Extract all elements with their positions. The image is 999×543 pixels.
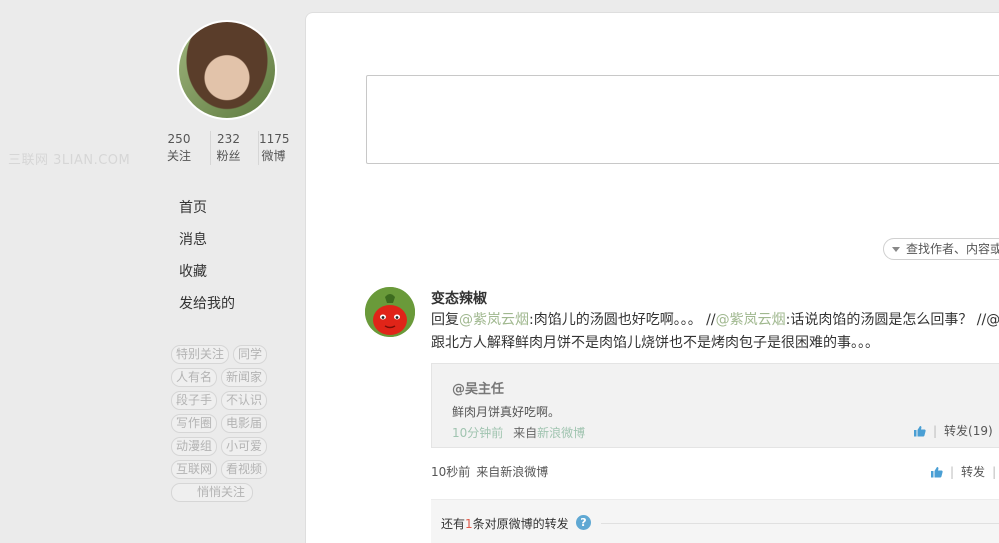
post-text-segment: 回复 [431,312,459,328]
post-author-avatar[interactable] [365,287,415,337]
group-tag[interactable]: 写作圈 [171,414,218,433]
post-author-name[interactable]: 变态辣椒 [431,288,487,308]
nav-item-sent-to-me[interactable]: 发给我的 [179,288,235,320]
group-tag[interactable]: 不认识 [221,391,268,410]
post-source-link[interactable]: 来自新浪微博 [476,465,548,479]
group-tag[interactable]: 互联网 [171,460,218,479]
feed-search-dropdown[interactable]: 查找作者、内容或 [883,238,999,260]
more-reposts-suffix: 条对原微博的转发 [472,517,569,531]
divider [601,523,999,524]
group-tag[interactable]: 人有名 [171,368,218,387]
group-tag[interactable]: 新闻家 [221,368,268,387]
watermark: 三联网 3LIAN.COM [8,153,131,168]
post-composer-input[interactable] [366,75,999,164]
group-tag[interactable]: 看视频 [221,460,268,479]
quoted-actions: |转发(19)| [913,422,999,439]
action-separator: | [933,424,938,438]
caret-down-icon [892,247,900,252]
stat-following-count: 250 [167,132,191,146]
nav-item-favorites[interactable]: 收藏 [179,256,235,288]
nav-item-home[interactable]: 首页 [179,192,235,224]
feed-search-label: 查找作者、内容或 [906,242,999,256]
quoted-source-link[interactable]: 新浪微博 [537,426,585,440]
left-nav: 首页 消息 收藏 发给我的 [179,192,235,320]
post-text-segment: :话说肉馅的汤圆是怎么回事？ //@ [785,312,999,328]
group-tag[interactable]: 小可爱 [221,437,268,456]
quoted-timestamp-link[interactable]: 10分钟前 [452,426,503,440]
quoted-meta: 10分钟前 来自新浪微博 [452,424,585,441]
like-icon[interactable] [930,466,943,478]
quoted-text: 鲜肉月饼真好吃啊。 [452,405,561,419]
main-panel: 查找作者、内容或 变态辣椒 回复@紫岚云烟:肉馅儿的汤圆也好吃啊。。。 //@紫… [305,12,999,543]
stat-followers[interactable]: 232 粉丝 [210,131,246,165]
post-text-line-1: 回复@紫岚云烟:肉馅儿的汤圆也好吃啊。。。 //@紫岚云烟:话说肉馅的汤圆是怎么… [431,309,999,332]
group-tags: 特别关注 同学 人有名 新闻家 段子手 不认识 写作圈 电影届 动漫组 小可爱 … [171,345,281,502]
post-text: 回复@紫岚云烟:肉馅儿的汤圆也好吃啊。。。 //@紫岚云烟:话说肉馅的汤圆是怎么… [431,309,999,355]
quoted-post: @吴主任 鲜肉月饼真好吃啊。 10分钟前 来自新浪微博 |转发(19)| [431,363,999,448]
post-text-line-2: 跟北方人解释鲜肉月饼不是肉馅儿烧饼也不是烤肉包子是很困难的事。。。 [431,335,879,351]
post-text-segment: :肉馅儿的汤圆也好吃啊。。。 // [529,312,716,328]
stat-posts-count: 1175 [259,132,290,146]
stat-following-label: 关注 [166,149,191,163]
post-actions: | 转发 | [930,463,999,480]
group-tag[interactable]: 段子手 [171,391,218,410]
nav-item-messages[interactable]: 消息 [179,224,235,256]
post-meta: 10秒前 来自新浪微博 [431,463,548,480]
action-separator: | [950,465,955,479]
group-tag[interactable]: 特别关注 [171,345,230,364]
more-reposts-link[interactable]: 还有1条对原微博的转发 [441,515,569,532]
quoted-author-link[interactable]: @吴主任 [452,378,504,397]
stat-posts[interactable]: 1175 微博 [258,131,290,165]
group-tag[interactable]: 电影届 [221,414,268,433]
post-timestamp-link[interactable]: 10秒前 [431,465,470,479]
quoted-from-label: 来自 [513,426,538,440]
repost-button[interactable]: 转发 [961,465,985,479]
stat-followers-label: 粉丝 [216,149,241,163]
mention-link[interactable]: @紫岚云烟 [716,312,786,328]
more-reposts-count: 1 [465,517,473,531]
help-icon[interactable]: ? [576,515,591,530]
stat-followers-count: 232 [217,132,240,146]
action-separator: | [992,465,997,479]
stat-posts-label: 微博 [261,149,286,163]
stat-following[interactable]: 250 关注 [160,131,198,165]
profile-avatar[interactable] [177,20,277,120]
more-reposts-panel: 还有1条对原微博的转发 ? [431,499,999,543]
mention-link[interactable]: @紫岚云烟 [459,312,529,328]
group-tag-quiet-follow[interactable]: 悄悄关注 [171,483,253,502]
more-reposts-prefix: 还有 [441,517,466,531]
group-tag[interactable]: 动漫组 [171,437,218,456]
quoted-repost-button[interactable]: 转发(19) [944,424,993,438]
like-icon[interactable] [913,425,926,437]
chili-avatar-icon [365,287,415,337]
profile-stats: 250 关注 232 粉丝 1175 微博 [160,131,290,165]
group-tag[interactable]: 同学 [233,345,268,364]
